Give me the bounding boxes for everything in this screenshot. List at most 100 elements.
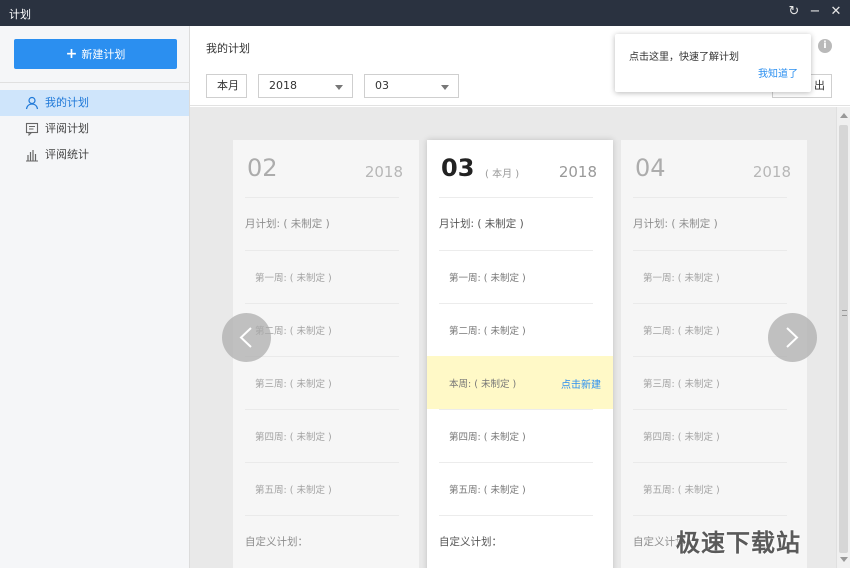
row-divider <box>245 515 399 516</box>
week-row[interactable]: 第四周: ( 未制定 ) <box>233 409 419 462</box>
row-divider <box>633 197 787 198</box>
month-plan-label: 月计划: ( 未制定 ) <box>439 218 524 230</box>
week-label: 第四周: ( 未制定 ) <box>643 432 720 443</box>
scroll-up-icon[interactable] <box>840 113 848 118</box>
minimize-icon[interactable]: − <box>806 3 824 21</box>
row-divider <box>439 250 593 251</box>
row-divider <box>633 515 787 516</box>
week-label: 第三周: ( 未制定 ) <box>643 379 720 390</box>
guide-tooltip: 点击这里，快速了解计划 我知道了 <box>615 34 811 92</box>
row-divider <box>633 303 787 304</box>
week-row[interactable]: 第三周: ( 未制定 ) <box>233 356 419 409</box>
row-divider <box>633 250 787 251</box>
card-month: 03 <box>441 154 475 182</box>
row-divider <box>439 303 593 304</box>
week-row[interactable]: 第五周: ( 未制定 ) <box>621 462 807 515</box>
week-label: 第二周: ( 未制定 ) <box>449 326 526 337</box>
row-divider <box>245 250 399 251</box>
week-label: 第二周: ( 未制定 ) <box>643 326 720 337</box>
previous-month-button[interactable] <box>222 313 271 362</box>
bar-chart-icon <box>26 150 38 162</box>
current-month-badge: ( 本月 ) <box>485 169 520 180</box>
page-title: 我的计划 <box>206 42 250 55</box>
this-month-button[interactable]: 本月 <box>206 74 247 98</box>
week-label: 本周: ( 未制定 ) <box>449 379 517 390</box>
card-year: 2018 <box>752 163 791 181</box>
refresh-icon[interactable]: ↻ <box>785 3 803 21</box>
card-month: 02 <box>247 154 278 182</box>
title-bar: 计划 ↻ − ✕ <box>0 0 850 26</box>
week-row[interactable]: 第四周: ( 未制定 ) <box>621 409 807 462</box>
chevron-down-icon <box>335 85 343 90</box>
month-select[interactable]: 03 <box>364 74 459 98</box>
current-week-row[interactable]: 本周: ( 未制定 ) 点击新建 <box>427 356 613 409</box>
tooltip-text: 点击这里，快速了解计划 <box>629 52 739 63</box>
year-value: 2018 <box>269 79 297 92</box>
row-divider <box>633 462 787 463</box>
year-select[interactable]: 2018 <box>258 74 353 98</box>
row-divider <box>633 356 787 357</box>
info-icon[interactable]: i <box>818 39 832 53</box>
watermark: 极速下载站 <box>676 529 801 557</box>
chevron-down-icon <box>441 85 449 90</box>
sidebar-item-review-stats[interactable]: 评阅统计 <box>0 142 189 168</box>
week-label: 第一周: ( 未制定 ) <box>643 273 720 284</box>
week-row[interactable]: 第一周: ( 未制定 ) <box>621 250 807 303</box>
sidebar-item-my-plans[interactable]: 我的计划 <box>0 90 189 116</box>
week-label: 第五周: ( 未制定 ) <box>449 485 526 496</box>
row-divider <box>439 409 593 410</box>
month-plan-row[interactable]: 月计划: ( 未制定 ) <box>427 197 613 250</box>
grip-icon <box>842 310 847 316</box>
card-month: 04 <box>635 154 666 182</box>
custom-plan-label: 自定义计划： <box>245 536 308 548</box>
custom-plan-row[interactable]: 自定义计划： <box>233 515 419 568</box>
tooltip-dismiss-link[interactable]: 我知道了 <box>758 65 798 80</box>
week-label: 第三周: ( 未制定 ) <box>255 379 332 390</box>
next-month-button[interactable] <box>768 313 817 362</box>
week-row[interactable]: 第四周: ( 未制定 ) <box>427 409 613 462</box>
week-row[interactable]: 第二周: ( 未制定 ) <box>427 303 613 356</box>
month-value: 03 <box>375 79 389 92</box>
month-card-current: 03 ( 本月 ) 2018 月计划: ( 未制定 ) 第一周: ( 未制定 )… <box>427 140 613 568</box>
sidebar-item-review-plans[interactable]: 评阅计划 <box>0 116 189 142</box>
scroll-down-icon[interactable] <box>840 557 848 562</box>
sidebar-item-label: 评阅计划 <box>45 122 89 135</box>
card-year: 2018 <box>364 163 403 181</box>
create-week-plan-link[interactable]: 点击新建 <box>561 376 601 391</box>
user-icon <box>25 96 39 110</box>
week-label: 第五周: ( 未制定 ) <box>255 485 332 496</box>
week-row[interactable]: 第一周: ( 未制定 ) <box>427 250 613 303</box>
review-icon <box>25 122 39 136</box>
row-divider <box>439 197 593 198</box>
custom-plan-row[interactable]: 自定义计划： <box>427 515 613 568</box>
row-divider <box>439 515 593 516</box>
vertical-scrollbar[interactable] <box>836 107 850 568</box>
sidebar-item-label: 评阅统计 <box>45 148 89 161</box>
week-row[interactable]: 第三周: ( 未制定 ) <box>621 356 807 409</box>
week-label: 第四周: ( 未制定 ) <box>449 432 526 443</box>
row-divider <box>439 462 593 463</box>
week-row[interactable]: 第五周: ( 未制定 ) <box>427 462 613 515</box>
new-plan-button[interactable]: + 新建计划 <box>14 39 177 69</box>
week-row[interactable]: 第五周: ( 未制定 ) <box>233 462 419 515</box>
month-plan-label: 月计划: ( 未制定 ) <box>245 218 330 230</box>
week-label: 第一周: ( 未制定 ) <box>449 273 526 284</box>
sidebar-divider <box>0 82 190 83</box>
sidebar-item-label: 我的计划 <box>45 96 89 109</box>
scrollbar-thumb[interactable] <box>839 125 848 553</box>
sidebar: + 新建计划 我的计划 评阅计划 评阅统计 <box>0 26 190 568</box>
chevron-right-icon <box>786 327 799 348</box>
row-divider <box>633 409 787 410</box>
month-plan-label: 月计划: ( 未制定 ) <box>633 218 718 230</box>
week-label: 第一周: ( 未制定 ) <box>255 273 332 284</box>
plus-icon: + <box>65 46 78 62</box>
close-icon[interactable]: ✕ <box>827 3 845 21</box>
new-plan-label: 新建计划 <box>81 48 126 61</box>
week-row[interactable]: 第一周: ( 未制定 ) <box>233 250 419 303</box>
card-year: 2018 <box>558 163 597 181</box>
row-divider <box>245 197 399 198</box>
month-plan-row[interactable]: 月计划: ( 未制定 ) <box>621 197 807 250</box>
custom-plan-label: 自定义计划： <box>439 536 502 548</box>
month-plan-row[interactable]: 月计划: ( 未制定 ) <box>233 197 419 250</box>
row-divider <box>245 462 399 463</box>
